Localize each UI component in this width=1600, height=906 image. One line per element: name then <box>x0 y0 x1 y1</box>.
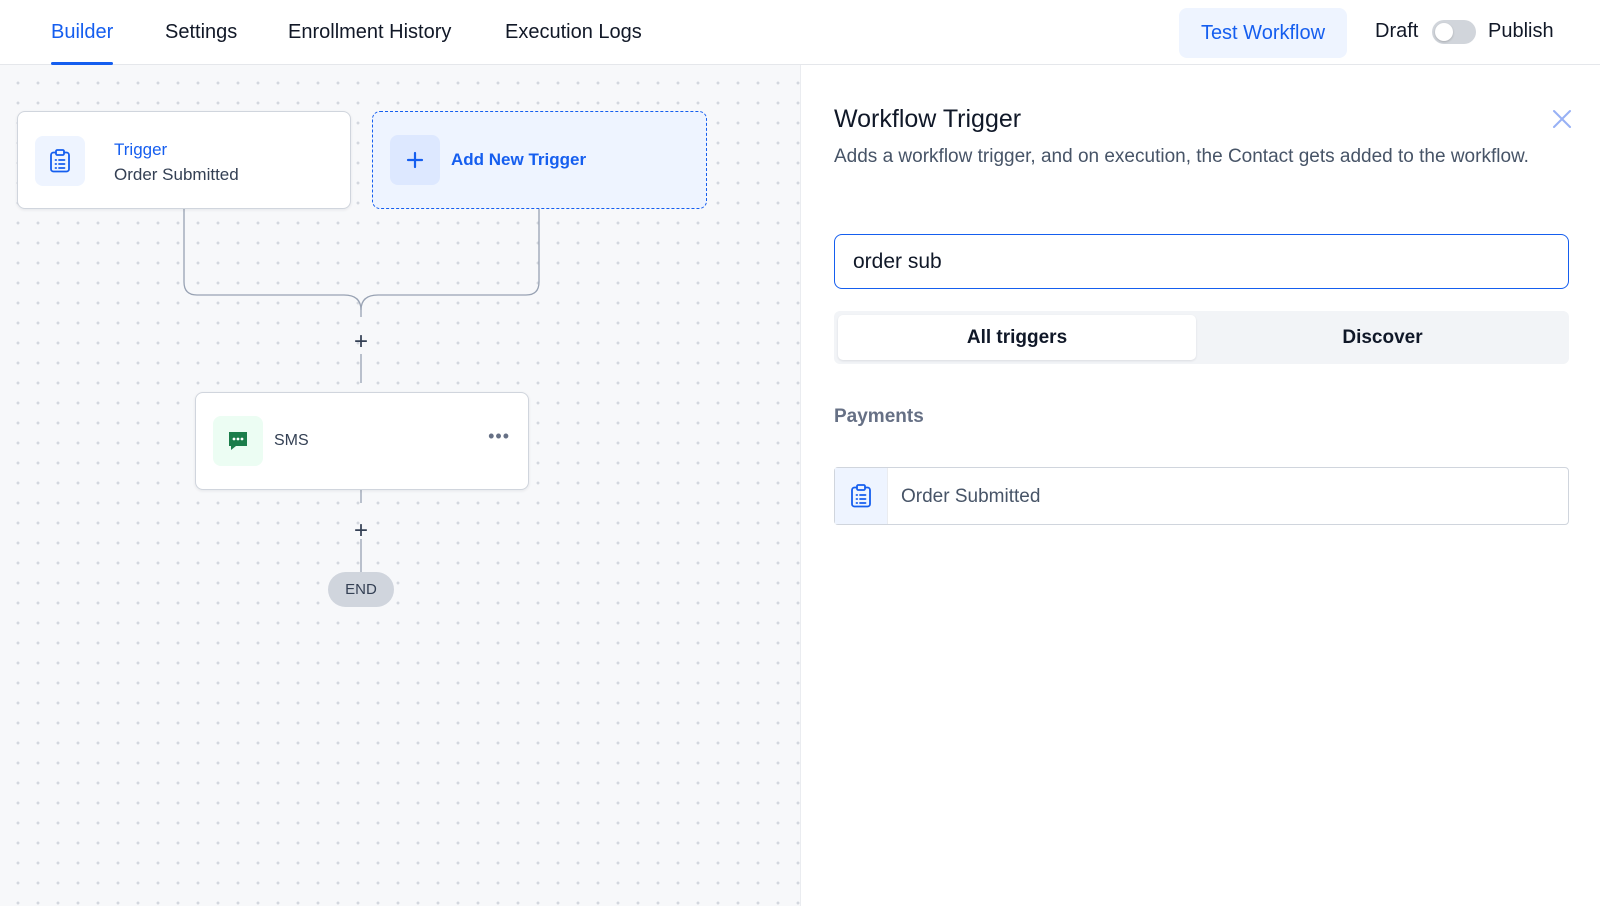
add-step-button-2[interactable]: + <box>349 517 373 544</box>
tab-all-triggers[interactable]: All triggers <box>838 315 1196 360</box>
clipboard-icon <box>35 136 85 186</box>
trigger-search-input[interactable] <box>834 234 1569 289</box>
publish-label: Publish <box>1488 20 1554 42</box>
panel-title: Workflow Trigger <box>834 105 1022 133</box>
trigger-node[interactable]: Trigger Order Submitted <box>17 111 351 209</box>
plus-icon <box>390 135 440 185</box>
message-icon <box>213 416 263 466</box>
tab-execution-logs[interactable]: Execution Logs <box>505 0 642 65</box>
tab-enrollment-history[interactable]: Enrollment History <box>288 0 451 65</box>
sms-node-label: SMS <box>274 432 309 449</box>
trigger-filter-tabs: All triggers Discover <box>834 311 1569 364</box>
trigger-option-order-submitted[interactable]: Order Submitted <box>834 467 1569 525</box>
top-navigation-bar: Builder Settings Enrollment History Exec… <box>0 0 1600 65</box>
workflow-trigger-panel: Workflow Trigger Adds a workflow trigger… <box>800 65 1600 906</box>
trigger-option-label: Order Submitted <box>901 486 1041 507</box>
publish-toggle[interactable] <box>1432 20 1476 44</box>
trigger-node-title: Trigger <box>114 140 168 159</box>
panel-description: Adds a workflow trigger, and on executio… <box>834 146 1529 167</box>
end-node: END <box>328 572 394 607</box>
add-new-trigger-button[interactable]: Add New Trigger <box>372 111 707 209</box>
add-new-trigger-label: Add New Trigger <box>451 150 587 169</box>
clipboard-icon <box>835 468 888 524</box>
tab-discover[interactable]: Discover <box>1200 315 1565 360</box>
close-icon[interactable] <box>1550 107 1574 131</box>
add-step-button[interactable]: + <box>349 328 373 355</box>
test-workflow-button[interactable]: Test Workflow <box>1179 8 1347 58</box>
draft-label: Draft <box>1375 20 1419 42</box>
trigger-node-subtitle: Order Submitted <box>114 165 239 184</box>
more-options-icon[interactable]: ••• <box>488 426 510 447</box>
tab-settings[interactable]: Settings <box>165 0 237 65</box>
toggle-knob <box>1435 23 1453 41</box>
sms-action-node[interactable]: SMS ••• <box>195 392 529 490</box>
tab-builder[interactable]: Builder <box>51 0 114 65</box>
category-heading: Payments <box>834 406 924 427</box>
